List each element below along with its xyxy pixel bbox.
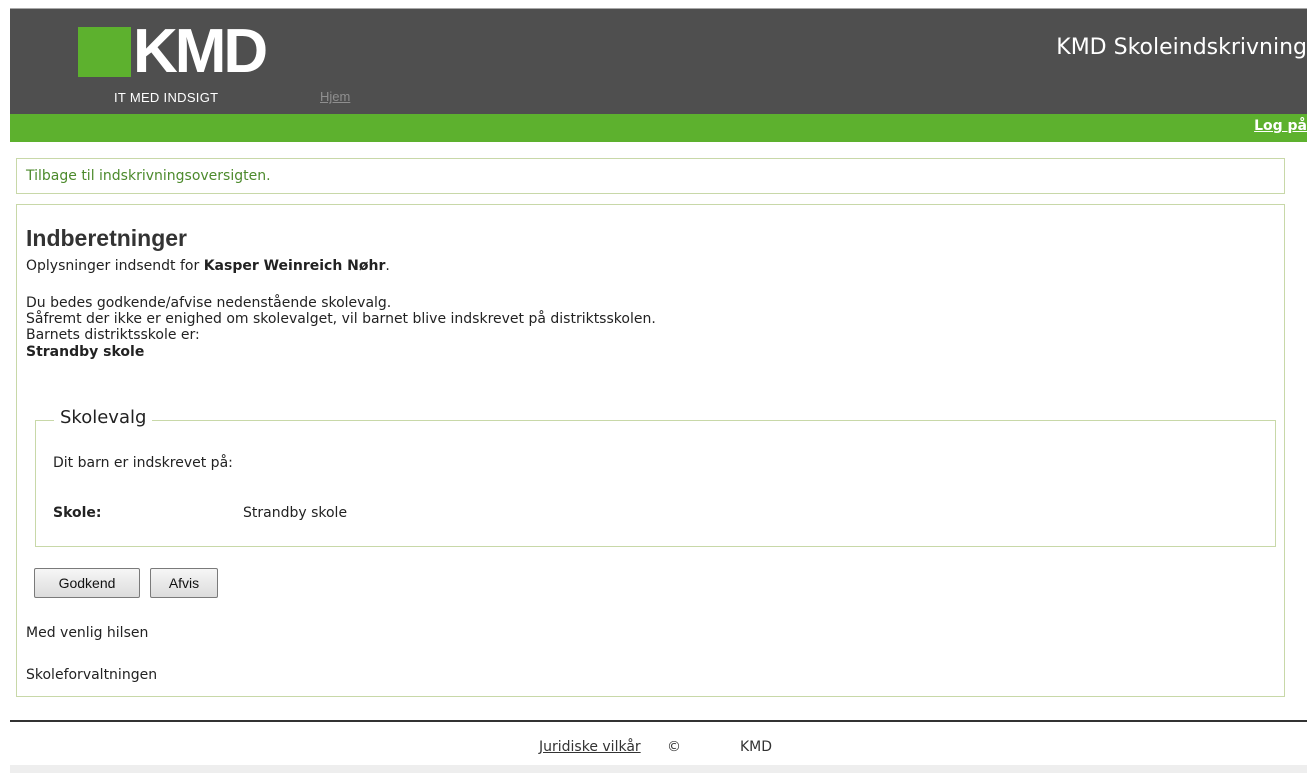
school-choice-legend: Skolevalg <box>54 407 153 428</box>
school-label: Skole: <box>53 505 102 521</box>
school-choice-fieldset: Skolevalg Dit barn er indskrevet på: Sko… <box>35 407 1276 547</box>
instruction-line-2: Såfremt der ikke er enighed om skolevalg… <box>26 311 656 327</box>
page-title: Indberetninger <box>26 225 188 251</box>
nav-home-link[interactable]: Hjem <box>320 89 350 104</box>
reject-button[interactable]: Afvis <box>150 568 218 598</box>
copyright-symbol: © <box>667 739 681 755</box>
submitted-for-text: Oplysninger indsendt for Kasper Weinreic… <box>26 258 390 274</box>
kmd-logo[interactable]: KMD IT MED INDSIGT <box>78 17 278 112</box>
logo-square-icon <box>78 27 131 77</box>
school-value: Strandby skole <box>243 505 348 521</box>
logo-wordmark: KMD <box>133 17 268 86</box>
legal-terms-link[interactable]: Juridiske vilkår <box>539 739 641 755</box>
green-nav-bar: Log på <box>10 114 1307 142</box>
child-name: Kasper Weinreich Nøhr <box>203 258 386 274</box>
greeting-text: Med venlig hilsen <box>26 625 149 641</box>
submitted-prefix: Oplysninger indsendt for <box>26 258 204 274</box>
back-to-overview-link[interactable]: Tilbage til indskrivningsoversigten. <box>26 168 271 184</box>
footer-bottom-strip <box>10 765 1307 773</box>
district-school-label: Barnets distriktsskole er: <box>26 327 200 343</box>
instruction-line-1: Du bedes godkende/afvise nedenstående sk… <box>26 295 392 311</box>
enrolled-at-text: Dit barn er indskrevet på: <box>53 455 233 471</box>
approve-button[interactable]: Godkend <box>34 568 140 598</box>
page-frame: KMD IT MED INDSIGT Hjem KMD Skoleindskri… <box>10 8 1307 773</box>
header: KMD IT MED INDSIGT Hjem KMD Skoleindskri… <box>10 8 1307 115</box>
footer-company: KMD <box>740 739 773 755</box>
login-link[interactable]: Log på <box>1254 118 1307 134</box>
submitted-suffix: . <box>385 258 390 274</box>
district-school-name: Strandby skole <box>26 344 145 360</box>
logo-tagline: IT MED INDSIGT <box>114 90 219 105</box>
reports-panel: Indberetninger Oplysninger indsendt for … <box>16 204 1285 697</box>
back-panel: Tilbage til indskrivningsoversigten. <box>16 158 1285 194</box>
sender-text: Skoleforvaltningen <box>26 667 158 683</box>
app-title: KMD Skoleindskrivning <box>1056 35 1307 60</box>
